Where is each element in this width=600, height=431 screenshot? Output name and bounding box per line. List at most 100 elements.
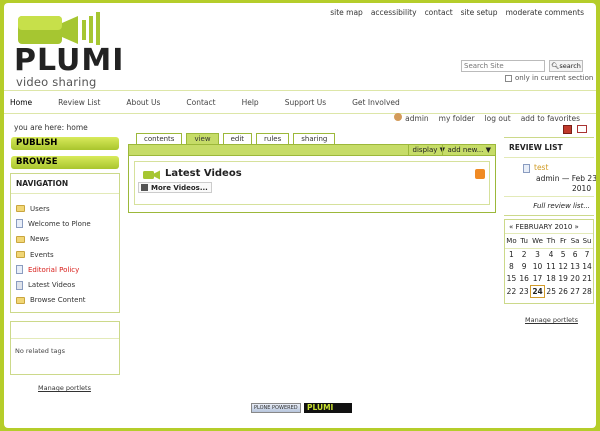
calendar-title[interactable]: « FEBRUARY 2010 » [505, 220, 593, 234]
calendar-day[interactable]: 23 [518, 285, 531, 297]
more-videos-button[interactable]: More Videos... [138, 182, 212, 193]
calendar-day[interactable]: 27 [569, 285, 581, 297]
collection-icon [16, 280, 23, 290]
folder-icon [16, 235, 25, 243]
site-action-setup[interactable]: site setup [461, 8, 498, 17]
nav-contact[interactable]: Contact [186, 98, 215, 107]
site-action-sitemap[interactable]: site map [330, 8, 363, 17]
site-logo[interactable]: PLUMI video sharing [14, 11, 123, 89]
browse-button[interactable]: BROWSE [11, 156, 119, 169]
full-review-list-link[interactable]: Full review list... [504, 196, 594, 215]
site-action-moderate[interactable]: moderate comments [506, 8, 584, 17]
breadcrumb: you are here: home [14, 123, 88, 132]
related-tags-empty: No related tags [15, 347, 66, 355]
page-frame: site map accessibility contact site setu… [4, 3, 596, 428]
calendar-day[interactable]: 26 [557, 285, 569, 297]
calendar-day[interactable]: 25 [545, 285, 558, 297]
calendar-day[interactable]: 3 [530, 248, 544, 260]
tab-edit[interactable]: edit [222, 133, 253, 144]
calendar-day[interactable]: 9 [518, 260, 531, 272]
plumi-badge[interactable]: PLUMI [304, 403, 352, 413]
search-button[interactable]: 🔍︎ search [549, 60, 583, 72]
calendar-day[interactable]: 19 [557, 273, 569, 285]
review-item[interactable]: test admin — Feb 23, 2010 [504, 158, 596, 193]
calendar-day[interactable]: 13 [569, 260, 581, 272]
my-folder-link[interactable]: my folder [439, 114, 475, 123]
calendar-day[interactable]: 8 [505, 260, 518, 272]
rss-icon[interactable] [475, 169, 485, 179]
nav-about-us[interactable]: About Us [126, 98, 160, 107]
calendar-day[interactable]: 24 [529, 284, 546, 299]
nav-item-latest-videos[interactable]: Latest Videos [11, 277, 119, 292]
logo-wordmark: PLUMI [14, 43, 125, 78]
calendar-day[interactable]: 4 [545, 248, 558, 260]
calendar-day[interactable]: 18 [545, 273, 558, 285]
content-views: contents view edit rules sharing [136, 133, 336, 144]
calendar-day[interactable]: 15 [505, 273, 518, 285]
navigation-portlet: NAVIGATION Users Welcome to Plone News E… [10, 173, 120, 313]
search-current-section-option[interactable]: only in current section [505, 74, 593, 82]
tab-rules[interactable]: rules [256, 133, 290, 144]
logo-tagline: video sharing [16, 75, 97, 89]
nav-home[interactable]: Home [10, 98, 32, 107]
nav-get-involved[interactable]: Get Involved [352, 98, 400, 107]
manage-portlets-right[interactable]: Manage portlets [525, 316, 578, 324]
tab-sharing[interactable]: sharing [293, 133, 336, 144]
calendar-day[interactable]: 22 [505, 285, 518, 297]
print-icon[interactable] [577, 125, 587, 133]
user-icon [394, 113, 403, 121]
plone-powered-badge[interactable]: PLONE POWERED [251, 403, 301, 413]
document-icon [16, 265, 23, 275]
nav-item-news[interactable]: News [11, 232, 119, 247]
nav-item-users[interactable]: Users [11, 201, 119, 216]
calendar-day[interactable]: 11 [545, 260, 558, 272]
tab-view[interactable]: view [186, 133, 219, 144]
calendar-day[interactable]: 21 [581, 273, 593, 285]
nav-item-events[interactable]: Events [11, 247, 119, 262]
nav-item-welcome[interactable]: Welcome to Plone [11, 216, 119, 231]
publish-button[interactable]: PUBLISH [11, 137, 119, 150]
calendar-day[interactable]: 14 [581, 260, 593, 272]
logout-link[interactable]: log out [485, 114, 511, 123]
site-action-accessibility[interactable]: accessibility [371, 8, 417, 17]
review-list-title: REVIEW LIST [504, 138, 594, 158]
review-item-title[interactable]: test [534, 163, 548, 172]
folder-icon [16, 251, 25, 259]
nav-support-us[interactable]: Support Us [285, 98, 326, 107]
search-input[interactable] [461, 60, 545, 72]
calendar-day[interactable]: 17 [530, 273, 544, 285]
calendar-day[interactable]: 1 [505, 248, 518, 260]
nav-item-browse-content[interactable]: Browse Content [11, 293, 119, 308]
global-nav: Home Review List About Us Contact Help S… [4, 90, 596, 114]
video-camera-icon [143, 170, 160, 180]
nav-item-editorial-policy[interactable]: Editorial Policy [11, 262, 119, 277]
calendar-day[interactable]: 6 [569, 248, 581, 260]
pdf-icon[interactable] [563, 125, 572, 134]
camera-logo-icon [18, 12, 100, 45]
content-title: Latest Videos [165, 168, 242, 179]
document-icon [523, 164, 530, 173]
breadcrumb-home[interactable]: home [67, 123, 88, 132]
nav-review-list[interactable]: Review List [58, 98, 100, 107]
calendar-day[interactable]: 5 [557, 248, 569, 260]
add-favorites-link[interactable]: add to favorites [521, 114, 580, 123]
calendar-day-header: Fr [557, 234, 570, 249]
calendar-day[interactable]: 16 [518, 273, 531, 285]
calendar-day[interactable]: 12 [557, 260, 569, 272]
related-tags-header [11, 322, 119, 339]
calendar-day-header: Su [581, 234, 593, 249]
calendar-day[interactable]: 2 [518, 248, 531, 260]
calendar-day[interactable]: 10 [530, 260, 544, 272]
current-section-checkbox[interactable] [505, 74, 512, 82]
user-link[interactable]: admin [394, 113, 429, 123]
manage-portlets-left[interactable]: Manage portlets [38, 384, 91, 392]
calendar-day[interactable]: 20 [569, 273, 581, 285]
site-action-contact[interactable]: contact [425, 8, 453, 17]
calendar-day[interactable]: 7 [581, 248, 593, 260]
add-new-menu[interactable]: add new... ▼ [442, 145, 495, 156]
nav-help[interactable]: Help [242, 98, 259, 107]
content-actions-bar: display ▼ add new... ▼ [128, 144, 496, 156]
calendar-day[interactable]: 28 [581, 285, 593, 297]
tab-contents[interactable]: contents [136, 133, 183, 144]
review-item-meta: admin — Feb 23, [536, 174, 596, 183]
